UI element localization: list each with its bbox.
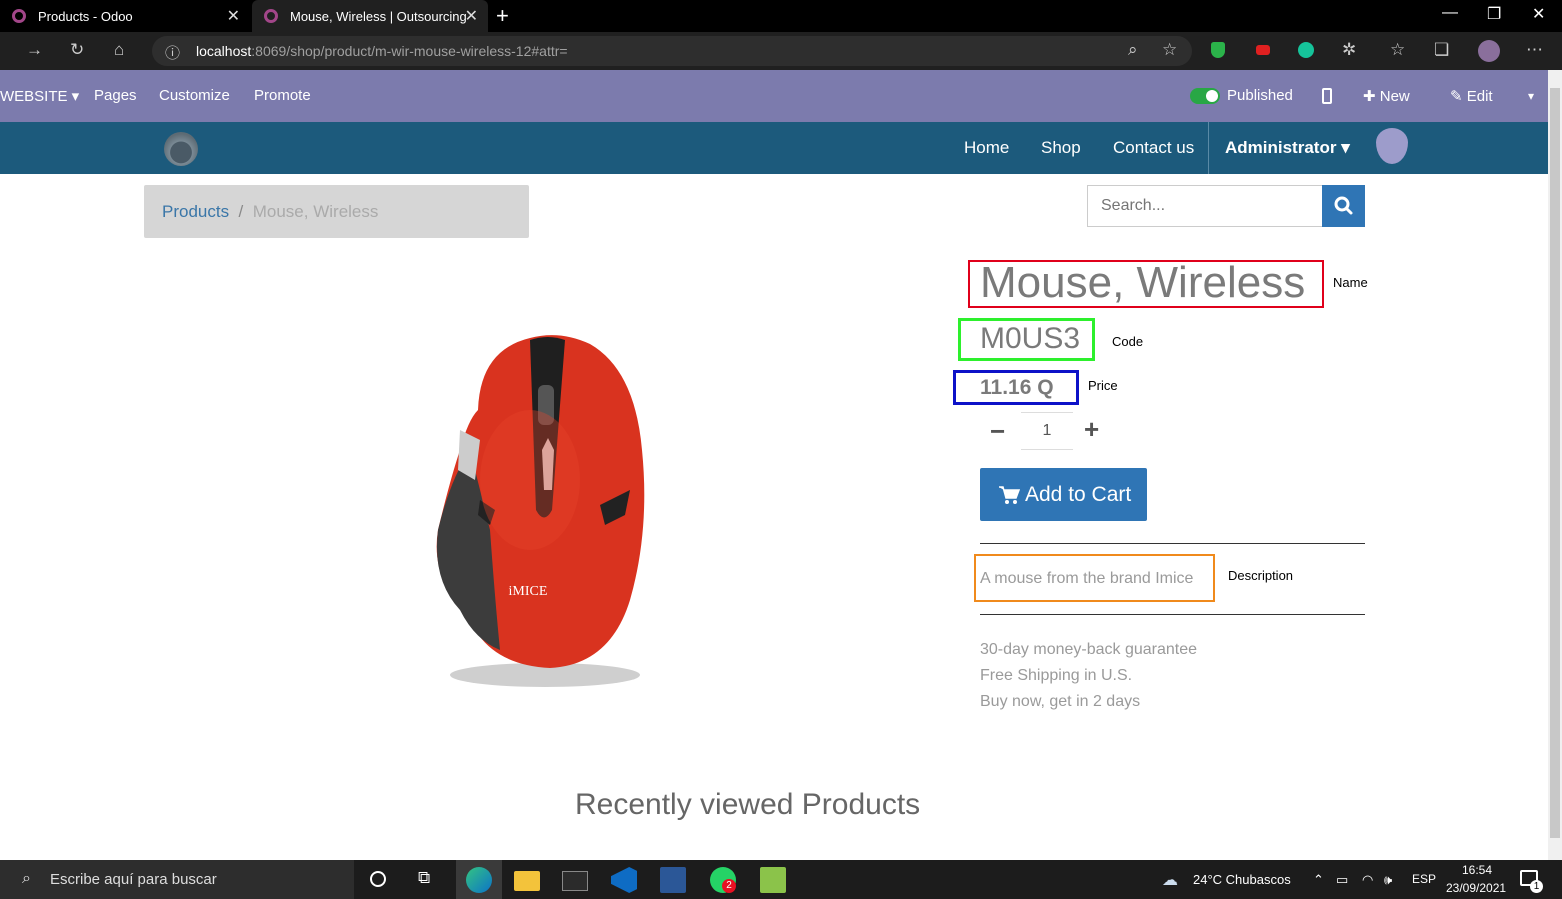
add-to-cart-button[interactable]: Add to Cart: [980, 468, 1147, 521]
quantity-minus-button[interactable]: −: [990, 416, 1005, 447]
breadcrumb-text: Products / Mouse, Wireless: [162, 202, 378, 222]
notes-app-icon[interactable]: [760, 867, 786, 893]
cortana-icon[interactable]: [370, 871, 386, 887]
guarantee-line: Buy now, get in 2 days: [980, 693, 1141, 710]
wifi-icon[interactable]: ◠: [1362, 872, 1373, 888]
word-icon[interactable]: [660, 867, 686, 893]
edit-dropdown-icon[interactable]: ▾: [1528, 89, 1534, 103]
site-logo[interactable]: [164, 132, 198, 166]
edit-button[interactable]: ✎ Edit: [1450, 87, 1493, 105]
cart-icon: [999, 485, 1020, 504]
price-annotation: Price: [1088, 378, 1118, 393]
favorites-list-icon[interactable]: ☆: [1390, 40, 1405, 60]
weather-icon[interactable]: ☁: [1162, 870, 1178, 890]
forward-icon[interactable]: →: [26, 40, 43, 60]
browser-tab-products[interactable]: Products - Odoo ✕: [0, 0, 250, 32]
image-brand-logo: iMICE: [509, 584, 548, 599]
guarantee-line: Free Shipping in U.S.: [980, 667, 1133, 684]
restore-icon[interactable]: ❐: [1487, 4, 1501, 24]
search-icon: [1334, 196, 1353, 215]
product-image[interactable]: iMICE: [420, 330, 670, 690]
nav-divider: [1208, 122, 1209, 174]
breadcrumb-current: Mouse, Wireless: [252, 202, 379, 221]
close-window-icon[interactable]: ✕: [1532, 4, 1545, 24]
mobile-preview-icon[interactable]: [1322, 88, 1332, 104]
product-name: Mouse, Wireless: [980, 258, 1306, 307]
quantity-input[interactable]: [1021, 412, 1073, 450]
published-toggle[interactable]: [1190, 88, 1220, 104]
odoo-icon: [12, 9, 26, 23]
notification-count: 1: [1530, 880, 1543, 893]
close-tab-icon[interactable]: ✕: [465, 6, 478, 26]
nav-user-menu[interactable]: Administrator ▾: [1225, 138, 1350, 158]
customize-menu[interactable]: Customize: [159, 87, 230, 104]
shield-extension-icon[interactable]: [1211, 42, 1225, 58]
new-button[interactable]: ✚ New: [1363, 87, 1410, 105]
add-to-cart-label: Add to Cart: [1025, 482, 1132, 506]
pages-menu[interactable]: Pages: [94, 87, 137, 104]
weather-text[interactable]: 24°C Chubascos: [1193, 872, 1291, 887]
terminal-icon[interactable]: [562, 871, 588, 891]
info-icon[interactable]: ⓘ: [165, 42, 180, 63]
youtube-extension-icon[interactable]: [1256, 45, 1270, 55]
breadcrumb-separator: /: [238, 202, 244, 221]
product-price: 11.16 Q: [980, 376, 1054, 399]
clock-date[interactable]: 23/09/2021: [1446, 881, 1506, 895]
show-hidden-icons[interactable]: ⌃: [1313, 872, 1324, 888]
product-code: M0US3: [980, 322, 1081, 355]
scrollbar-thumb[interactable]: [1550, 88, 1560, 838]
favorite-icon[interactable]: ☆: [1162, 40, 1177, 60]
close-tab-icon[interactable]: ✕: [227, 6, 240, 26]
nav-home[interactable]: Home: [964, 138, 1009, 158]
volume-icon[interactable]: 🕪: [1384, 872, 1392, 888]
more-menu-icon[interactable]: ⋯: [1526, 40, 1543, 60]
quantity-plus-button[interactable]: +: [1084, 414, 1099, 445]
taskbar-search[interactable]: Escribe aquí para buscar: [0, 860, 354, 899]
name-annotation: Name: [1333, 275, 1368, 290]
guarantee-line: 30-day money-back guarantee: [980, 641, 1198, 658]
code-annotation: Code: [1112, 334, 1144, 349]
search-icon: ⌕: [22, 870, 31, 887]
collections-icon[interactable]: ❏: [1434, 40, 1449, 60]
tab-title: Mouse, Wireless | Outsourcing: [290, 8, 467, 24]
breadcrumb-products-link[interactable]: Products: [162, 202, 229, 221]
new-tab-icon[interactable]: +: [496, 3, 509, 29]
url-text: localhost:8069/shop/product/m-wir-mouse-…: [196, 43, 568, 59]
divider: [980, 614, 1365, 615]
file-explorer-icon[interactable]: [514, 871, 540, 891]
website-menu[interactable]: WEBSITE ▾: [0, 87, 79, 105]
task-view-icon[interactable]: ⧉: [418, 868, 430, 888]
edge-icon[interactable]: [466, 867, 492, 893]
divider: [980, 543, 1365, 544]
clock-time[interactable]: 16:54: [1462, 863, 1492, 877]
product-description: A mouse from the brand Imice: [980, 570, 1194, 587]
website-editor-bar: [0, 70, 1548, 122]
tab-title: Products - Odoo: [38, 8, 133, 24]
minimize-icon[interactable]: —: [1442, 4, 1458, 22]
grammarly-icon[interactable]: [1298, 42, 1314, 58]
nav-shop[interactable]: Shop: [1041, 138, 1081, 158]
nav-contact[interactable]: Contact us: [1113, 138, 1194, 158]
home-icon[interactable]: ⌂: [114, 40, 124, 60]
promote-menu[interactable]: Promote: [254, 87, 311, 104]
browser-tab-mouse[interactable]: Mouse, Wireless | Outsourcing ✕: [252, 0, 488, 32]
battery-icon[interactable]: ▭: [1336, 872, 1348, 888]
language-indicator[interactable]: ESP: [1412, 872, 1436, 886]
profile-avatar[interactable]: [1478, 40, 1500, 62]
reload-icon[interactable]: ↻: [70, 40, 84, 60]
recently-viewed-heading: Recently viewed Products: [575, 788, 921, 821]
description-annotation: Description: [1228, 568, 1294, 583]
product-search-input[interactable]: [1087, 185, 1323, 227]
zoom-icon[interactable]: ⌕: [1128, 40, 1138, 60]
whatsapp-badge: 2: [722, 879, 736, 893]
search-button[interactable]: [1322, 185, 1365, 227]
odoo-icon: [264, 9, 278, 23]
extensions-icon[interactable]: ✲: [1342, 40, 1356, 60]
published-label: Published: [1227, 87, 1293, 104]
